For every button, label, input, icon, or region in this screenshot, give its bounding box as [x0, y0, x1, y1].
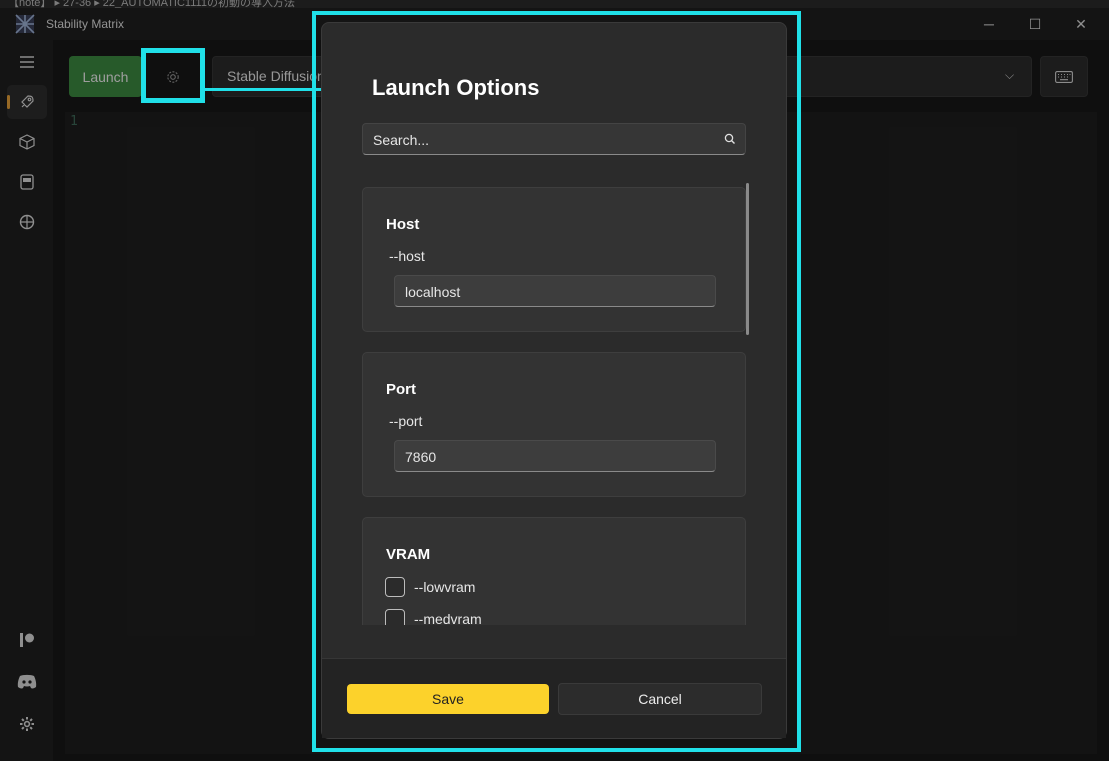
- annotation-highlight-gear: [141, 48, 205, 103]
- annotation-highlight-dialog: [312, 11, 801, 752]
